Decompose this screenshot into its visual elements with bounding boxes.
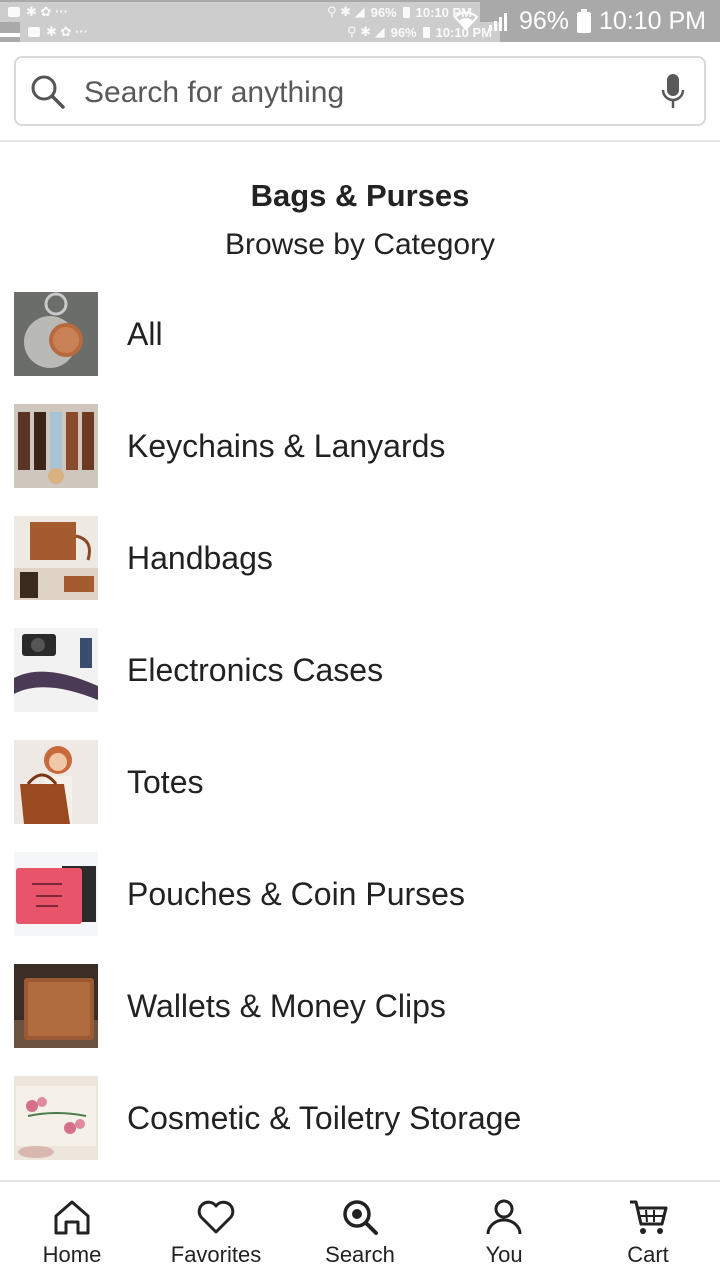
category-label: Electronics Cases xyxy=(127,652,384,688)
nav-search[interactable]: Search xyxy=(288,1182,432,1280)
cart-icon xyxy=(628,1198,668,1241)
category-item-keychains-lanyards[interactable]: Keychains & Lanyards xyxy=(0,404,720,516)
signal-icon xyxy=(487,11,511,31)
category-label: Pouches & Coin Purses xyxy=(127,876,465,912)
microphone-icon[interactable] xyxy=(660,72,686,117)
category-item-electronics-cases[interactable]: Electronics Cases xyxy=(0,628,720,740)
app-screen: ✱ ✿ ··· ⚲ ✱ ◢ 96% 10:10 PM ✱ ✿ ··· ⚲ ✱ ◢ … xyxy=(0,0,720,1280)
ghost-status-layer: ✱ ✿ ··· ⚲ ✱ ◢ 96% 10:10 PM xyxy=(0,2,480,22)
search-icon xyxy=(30,74,66,115)
bottom-navigation: Home Favorites Search You Cart xyxy=(0,1180,720,1280)
heart-icon xyxy=(196,1198,236,1241)
nav-home-label: Home xyxy=(42,1242,102,1267)
nav-you-label: You xyxy=(485,1242,523,1267)
category-label: Handbags xyxy=(127,540,273,576)
category-thumbnail xyxy=(14,292,98,376)
nav-search-label: Search xyxy=(325,1242,395,1267)
category-list: All Keychains & Lanyards Handbags Electr… xyxy=(0,292,720,1188)
page-title: Bags & Purses xyxy=(250,178,470,213)
category-thumbnail xyxy=(14,404,98,488)
clock: 10:10 PM xyxy=(598,6,706,35)
category-thumbnail xyxy=(14,740,98,824)
ghost-divider xyxy=(0,33,20,37)
home-icon xyxy=(52,1198,92,1241)
category-item-cosmetic-toiletry-storage[interactable]: Cosmetic & Toiletry Storage xyxy=(0,1076,720,1188)
category-label: Keychains & Lanyards xyxy=(127,428,446,464)
search-box[interactable] xyxy=(14,56,706,126)
ghost-status-layer: ✱ ✿ ··· ⚲ ✱ ◢ 96% 10:10 PM xyxy=(20,22,500,42)
category-label: All xyxy=(127,316,163,352)
category-label: Totes xyxy=(127,764,204,800)
search-input[interactable] xyxy=(84,68,624,118)
category-item-pouches-coin-purses[interactable]: Pouches & Coin Purses xyxy=(0,852,720,964)
search-icon xyxy=(340,1198,380,1241)
nav-favorites-label: Favorites xyxy=(170,1242,262,1267)
nav-cart-label: Cart xyxy=(627,1242,669,1267)
category-thumbnail xyxy=(14,628,98,712)
nav-favorites[interactable]: Favorites xyxy=(144,1182,288,1280)
category-item-wallets-money-clips[interactable]: Wallets & Money Clips xyxy=(0,964,720,1076)
person-icon xyxy=(484,1198,524,1241)
category-thumbnail xyxy=(14,964,98,1048)
page-subtitle: Browse by Category xyxy=(224,228,496,261)
battery-icon xyxy=(576,9,591,33)
wifi-icon xyxy=(453,11,479,31)
battery-percent: 96% xyxy=(518,6,569,35)
category-label: Wallets & Money Clips xyxy=(127,988,446,1024)
status-indicators: 96% 10:10 PM xyxy=(453,0,706,42)
nav-home[interactable]: Home xyxy=(0,1182,144,1280)
category-item-totes[interactable]: Totes xyxy=(0,740,720,852)
category-thumbnail xyxy=(14,852,98,936)
category-item-handbags[interactable]: Handbags xyxy=(0,516,720,628)
category-label: Cosmetic & Toiletry Storage xyxy=(127,1100,522,1136)
category-thumbnail xyxy=(14,516,98,600)
category-item-all[interactable]: All xyxy=(0,292,720,404)
nav-cart[interactable]: Cart xyxy=(576,1182,720,1280)
status-bar: ✱ ✿ ··· ⚲ ✱ ◢ 96% 10:10 PM ✱ ✿ ··· ⚲ ✱ ◢ … xyxy=(0,0,720,42)
search-bar-container xyxy=(0,42,720,142)
category-thumbnail xyxy=(14,1076,98,1160)
nav-you[interactable]: You xyxy=(432,1182,576,1280)
